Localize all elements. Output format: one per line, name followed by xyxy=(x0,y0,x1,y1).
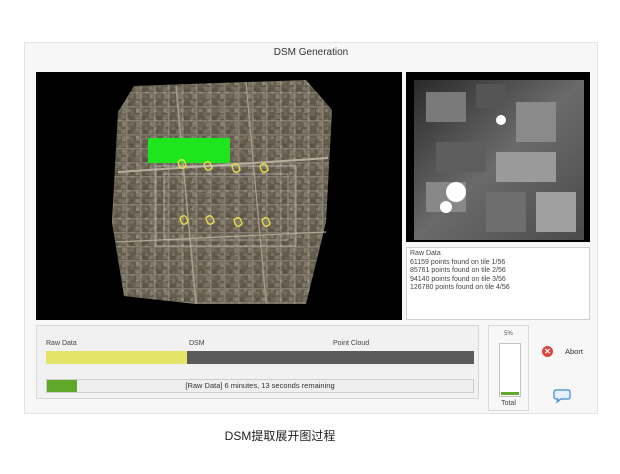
abort-button[interactable]: ✕ Abort xyxy=(542,343,583,359)
dsm-depth-image xyxy=(406,72,590,242)
aerial-mosaic-image xyxy=(112,80,332,305)
log-line: 126780 points found on tile 4/56 xyxy=(410,284,510,292)
stage-progress-fill xyxy=(46,351,188,364)
abort-x-icon: ✕ xyxy=(542,345,553,357)
abort-label: Abort xyxy=(565,346,583,356)
selected-tile-highlight xyxy=(148,138,230,163)
total-percent: 5% xyxy=(504,331,513,337)
dsm-preview-view[interactable] xyxy=(406,72,590,242)
stage-label-raw-data: Raw Data xyxy=(46,340,77,347)
log-line: 85761 points found on tile 2/56 xyxy=(410,267,506,275)
time-remaining-bar: [Raw Data] 6 minutes, 13 seconds remaini… xyxy=(46,379,474,393)
figure-caption: DSM提取展开图过程 xyxy=(224,429,336,443)
total-progress-gauge xyxy=(499,343,521,397)
stage-progress-bar xyxy=(46,351,474,364)
total-progress-fill xyxy=(501,392,519,395)
stage-label-dsm: DSM xyxy=(189,340,205,347)
log-line: 94140 points found on tile 3/56 xyxy=(410,275,506,283)
total-progress-panel: 5% Total xyxy=(488,325,529,411)
time-remaining-text: [Raw Data] 6 minutes, 13 seconds remaini… xyxy=(185,381,335,390)
stage-progress-panel: Raw Data DSM Point Cloud [Raw Data] 6 mi… xyxy=(36,325,479,399)
dialog-title: DSM Generation xyxy=(273,47,349,58)
progress-log: Raw Data 61159 points found on tile 1/56… xyxy=(406,247,590,320)
stage-label-point-cloud: Point Cloud xyxy=(333,340,370,347)
log-line: 61159 points found on tile 1/56 xyxy=(410,258,506,266)
log-header: Raw Data xyxy=(410,250,441,257)
dsm-generation-dialog: DSM Generation Raw Data 61159 points fou… xyxy=(24,42,598,414)
chat-bubble-icon[interactable] xyxy=(553,388,571,404)
aerial-mosaic-view[interactable] xyxy=(36,72,402,320)
total-label: Total xyxy=(501,400,516,407)
